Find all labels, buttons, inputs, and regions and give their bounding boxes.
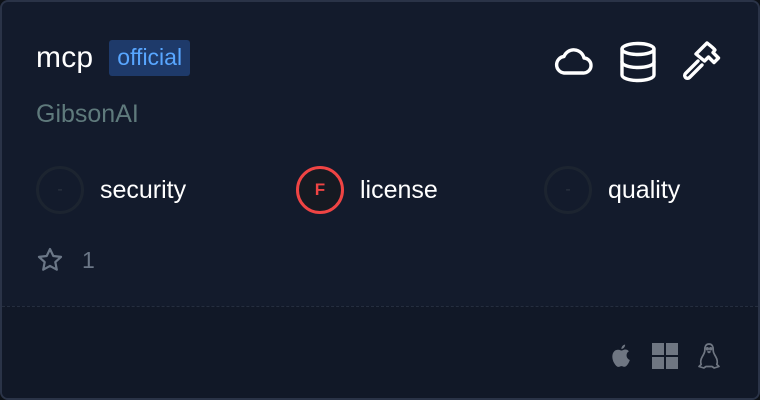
score-row: - security F license - quality [36,166,736,214]
quality-score[interactable]: - quality [544,166,680,214]
server-card[interactable]: mcp official GibsonAI - security F licen… [0,0,760,400]
card-footer [2,306,758,398]
capability-icons [552,40,724,84]
card-header: mcp official [36,40,191,76]
database-icon [620,41,656,83]
cloud-icon [554,48,593,75]
license-label: license [360,175,438,204]
security-grade-circle: - [36,166,84,214]
license-score[interactable]: F license [296,166,438,214]
windows-icon [652,343,678,369]
official-badge: official [109,40,191,76]
security-label: security [100,175,187,204]
apple-icon [612,344,630,367]
hammer-icon [683,41,721,80]
author-name[interactable]: GibsonAI [36,100,139,129]
license-grade-circle: F [296,166,344,214]
star-count: 1 [82,246,95,273]
server-title[interactable]: mcp [36,41,93,75]
quality-label: quality [608,175,681,204]
linux-icon [698,343,720,369]
quality-grade-circle: - [544,166,592,214]
platform-icons [606,341,724,371]
star-counter[interactable]: 1 [36,246,95,274]
security-score[interactable]: - security [36,166,186,214]
star-icon [37,247,63,271]
